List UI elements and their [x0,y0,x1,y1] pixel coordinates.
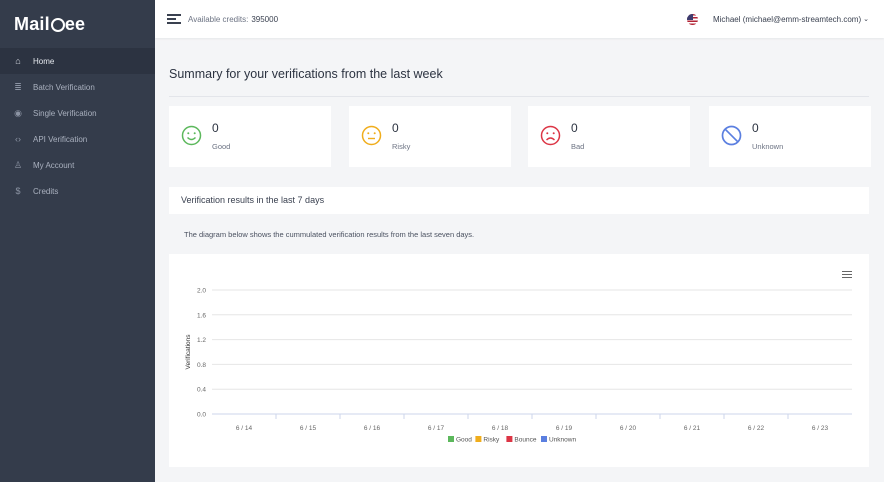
sidebar-item-label: My Account [33,160,75,170]
y-tick-label: 1.6 [197,312,206,319]
x-tick-label: 6 / 19 [556,425,573,432]
topbar: Available credits: 395000 Michael (micha… [155,0,884,38]
user-label: Michael (michael@emm-streamtech.com) [712,14,862,24]
database-icon: ≣ [14,81,22,92]
sidebar-item-label: Batch Verification [33,82,95,92]
sidebar-item-label: API Verification [33,134,88,144]
x-tick-label: 6 / 18 [492,425,509,432]
stat-card-risky: 0 Risky [349,106,511,167]
y-tick-label: 1.2 [197,337,206,344]
verification-chart: 0.0 0.4 0.8 1.2 1.6 2.0 Verifications 6 / 14 6 /… [185,288,852,444]
stat-count: 0 [392,121,399,135]
brand-prefix: Mail [14,13,50,34]
sidebar-item-batch-verification[interactable]: ≣ Batch Verification [0,74,155,100]
user-menu[interactable]: Michael (michael@emm-streamtech.com) ⌄ [686,0,869,38]
code-icon: ‹› [15,134,21,144]
y-tick-label: 0.8 [197,362,206,369]
sidebar: Mail ee ⌂ Home ≣ Batch Verification ◉ Single V… [0,0,155,482]
home-icon: ⌂ [15,56,21,66]
legend-swatch [448,436,454,442]
x-tick-label: 6 / 23 [812,425,829,432]
stat-count: 0 [571,121,578,135]
stat-card-unknown: 0 Unknown [709,106,871,167]
stat-card-bad: 0 Bad [528,106,690,167]
ban-icon [721,125,742,146]
bee-icon [50,18,65,32]
stat-label: Bad [571,142,585,151]
stat-count: 0 [212,121,219,135]
legend-item: Unknown [549,437,576,444]
stat-label: Unknown [752,142,784,151]
brand-suffix: ee [64,13,86,34]
legend-swatch [506,436,513,442]
sidebar-item-credits[interactable]: $ Credits [0,178,155,204]
stat-label: Risky [392,142,411,151]
x-tick-label: 6 / 20 [620,425,637,432]
page-title: Summary for your verifications from the … [169,67,443,81]
eye-icon: ◉ [14,107,22,118]
x-tick-label: 6 / 16 [364,425,381,432]
stat-card-good: 0 Good [169,106,331,167]
stat-label: Good [212,142,231,151]
frown-icon [540,125,561,146]
chart-panel: Verification results in the last 7 days … [169,187,869,467]
x-tick-label: 6 / 21 [684,425,701,432]
sidebar-nav: ⌂ Home ≣ Batch Verification ◉ Single Verifica… [0,48,155,204]
credits-label: Available credits: [188,14,249,24]
sidebar-item-single-verification[interactable]: ◉ Single Verification [0,100,155,126]
y-tick-label: 2.0 [197,288,206,295]
dollar-icon: $ [15,186,21,196]
sidebar-item-my-account[interactable]: ♙ My Account [0,152,155,178]
y-tick-label: 0.4 [197,387,206,394]
legend-item: Risky [483,437,500,444]
legend-item: Bounce [514,437,536,444]
divider [169,96,869,97]
sidebar-item-label: Home [33,56,55,66]
credits-value: 395000 [251,14,279,24]
legend-swatch [475,436,482,442]
legend-item: Good [456,437,472,444]
sidebar-item-home[interactable]: ⌂ Home [0,48,155,74]
chevron-down-icon: ⌄ [863,16,869,23]
y-axis-label: Verifications [185,334,192,370]
x-tick-label: 6 / 14 [236,425,253,432]
smile-icon [181,125,202,146]
neutral-face-icon [361,125,382,146]
y-tick-label: 0.0 [197,412,206,419]
brand-logo[interactable]: Mail ee [0,0,155,48]
x-tick-label: 6 / 22 [748,425,765,432]
x-tick-label: 6 / 15 [300,425,317,432]
us-flag-icon [686,13,698,25]
legend-swatch [541,436,547,442]
x-tick-label: 6 / 17 [428,425,445,432]
sidebar-item-api-verification[interactable]: ‹› API Verification [0,126,155,152]
menu-toggle-icon[interactable] [167,12,181,27]
sidebar-item-label: Credits [33,186,59,196]
stat-count: 0 [752,121,759,135]
user-icon: ♙ [13,159,23,170]
sidebar-item-label: Single Verification [33,108,97,118]
